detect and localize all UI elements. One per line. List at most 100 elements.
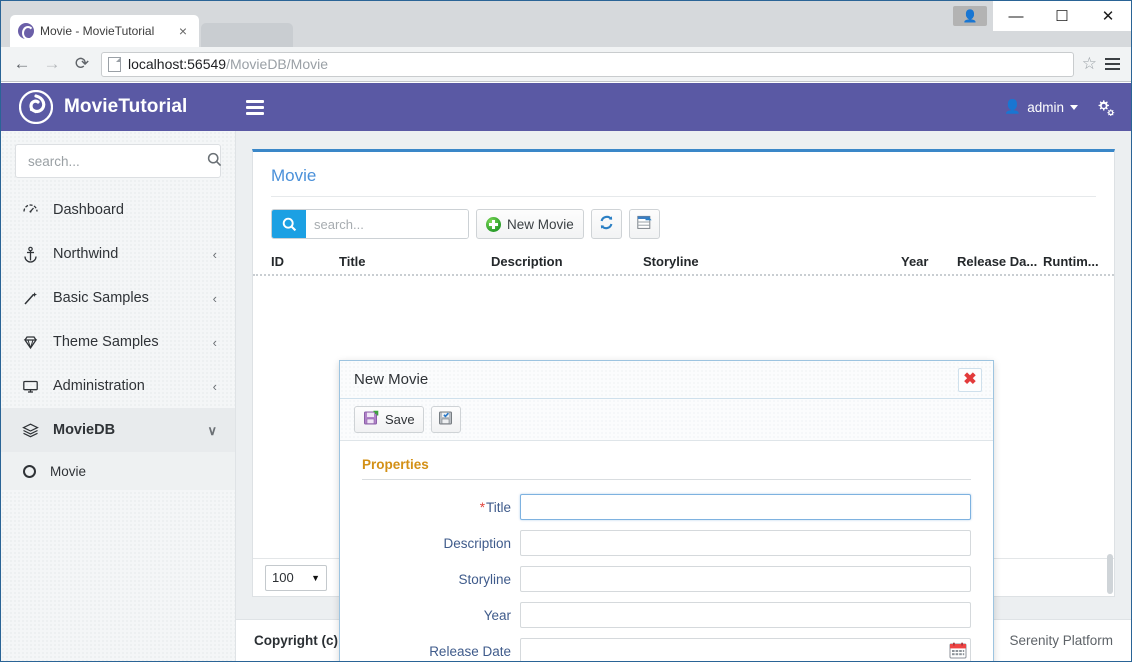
sidebar-item-moviedb[interactable]: MovieDB ∨ bbox=[1, 408, 235, 452]
grid-column-header[interactable]: Runtim... bbox=[1043, 254, 1113, 269]
grid-scrollbar[interactable] bbox=[1106, 152, 1114, 596]
brand[interactable]: MovieTutorial bbox=[1, 83, 236, 131]
year-field[interactable] bbox=[520, 602, 971, 628]
calendar-icon[interactable] bbox=[948, 641, 968, 661]
new-movie-label: New Movie bbox=[507, 217, 574, 232]
sidebar-search-input[interactable] bbox=[26, 153, 207, 170]
dialog-title: New Movie bbox=[354, 371, 428, 388]
grid-column-header[interactable]: Storyline bbox=[643, 254, 901, 269]
url-host: localhost:56549 bbox=[128, 56, 226, 72]
save-label: Save bbox=[385, 412, 415, 427]
minimize-button[interactable]: — bbox=[993, 1, 1039, 31]
column-picker-button[interactable] bbox=[629, 209, 660, 239]
browser-tabbar: Movie - MovieTutorial × 👤 — ☐ ✕ bbox=[1, 1, 1131, 47]
favicon-icon bbox=[18, 23, 34, 39]
desktop-icon bbox=[21, 378, 39, 395]
app-header: MovieTutorial 👤 admin bbox=[1, 83, 1131, 131]
tab-title: Movie - MovieTutorial bbox=[40, 24, 175, 38]
user-icon: 👤 bbox=[1004, 99, 1021, 115]
field-label-text: Title bbox=[486, 500, 511, 515]
save-and-close-button[interactable] bbox=[431, 406, 461, 433]
application: MovieTutorial 👤 admin bbox=[1, 83, 1131, 661]
dashboard-icon bbox=[21, 202, 39, 219]
grid-column-header[interactable]: ID bbox=[271, 254, 339, 269]
search-icon[interactable] bbox=[207, 152, 222, 171]
close-icon[interactable]: ✖ bbox=[958, 368, 982, 392]
close-window-button[interactable]: ✕ bbox=[1085, 1, 1131, 31]
form-row-release-date: Release Date bbox=[362, 638, 971, 662]
profile-button[interactable]: 👤 bbox=[953, 6, 987, 26]
save-button[interactable]: Save bbox=[354, 406, 424, 433]
browser-menu-icon[interactable] bbox=[1099, 58, 1125, 70]
magic-wand-icon bbox=[21, 290, 39, 307]
description-field[interactable] bbox=[520, 530, 971, 556]
release-date-field[interactable] bbox=[520, 638, 971, 662]
field-label: Storyline bbox=[362, 572, 520, 587]
grid-column-header[interactable]: Release Da... bbox=[957, 254, 1043, 269]
storyline-field[interactable] bbox=[520, 566, 971, 592]
sidebar-item-administration[interactable]: Administration ‹ bbox=[1, 364, 235, 408]
back-button[interactable]: ← bbox=[7, 50, 37, 78]
window-controls: 👤 — ☐ ✕ bbox=[953, 1, 1131, 33]
grid-column-header[interactable]: Title bbox=[339, 254, 491, 269]
sidebar-item-dashboard[interactable]: Dashboard bbox=[1, 188, 235, 232]
refresh-button[interactable] bbox=[591, 209, 622, 239]
browser-window: Movie - MovieTutorial × 👤 — ☐ ✕ ← → ⟳ lo… bbox=[0, 0, 1132, 662]
page-size-select[interactable]: 100 ▼ bbox=[265, 565, 327, 591]
chevron-icon: ‹ bbox=[213, 248, 217, 261]
sidebar-item-label: Northwind bbox=[53, 246, 199, 262]
refresh-icon bbox=[598, 214, 615, 234]
url-text: localhost:56549/MovieDB/Movie bbox=[128, 56, 328, 72]
sidebar-item-theme-samples[interactable]: Theme Samples ‹ bbox=[1, 320, 235, 364]
forward-button[interactable]: → bbox=[37, 50, 67, 78]
bookmark-star-icon[interactable]: ☆ bbox=[1080, 54, 1099, 74]
sidebar-item-label: MovieDB bbox=[53, 422, 193, 438]
sidebar-item-basic-samples[interactable]: Basic Samples ‹ bbox=[1, 276, 235, 320]
sidebar-search[interactable] bbox=[15, 144, 221, 178]
tab-close-icon[interactable]: × bbox=[175, 24, 191, 38]
sidebar-nav: Dashboard Northwind ‹ bbox=[1, 188, 235, 490]
address-bar[interactable]: localhost:56549/MovieDB/Movie bbox=[101, 52, 1074, 77]
required-asterisk: * bbox=[480, 500, 485, 515]
grid-column-header[interactable]: Year bbox=[901, 254, 957, 269]
section-divider bbox=[362, 479, 971, 480]
grid-search-input[interactable] bbox=[306, 210, 469, 238]
grid-column-header[interactable]: Description bbox=[491, 254, 643, 269]
sidebar-item-movie[interactable]: Movie bbox=[1, 452, 235, 490]
diamond-icon bbox=[21, 334, 39, 351]
page-size-value: 100 bbox=[272, 570, 294, 585]
date-input-wrap bbox=[520, 638, 971, 662]
hamburger-icon[interactable] bbox=[246, 100, 264, 115]
gears-icon[interactable] bbox=[1096, 99, 1115, 116]
column-picker-icon bbox=[636, 214, 653, 234]
grid-search[interactable] bbox=[271, 209, 469, 239]
dialog-body: Properties *Title Description Storyline … bbox=[340, 441, 993, 662]
user-menu[interactable]: 👤 admin bbox=[1004, 99, 1078, 115]
brand-title: MovieTutorial bbox=[64, 96, 187, 118]
maximize-button[interactable]: ☐ bbox=[1039, 1, 1085, 31]
title-field[interactable] bbox=[520, 494, 971, 520]
reload-button[interactable]: ⟳ bbox=[67, 50, 97, 78]
sidebar-item-label: Basic Samples bbox=[53, 290, 199, 306]
search-icon[interactable] bbox=[272, 210, 306, 238]
new-tab-button[interactable] bbox=[201, 23, 293, 47]
circle-icon bbox=[23, 465, 36, 478]
grid-toolbar: New Movie bbox=[253, 197, 1114, 249]
sidebar-item-label: Theme Samples bbox=[53, 334, 199, 350]
new-movie-button[interactable]: New Movie bbox=[476, 209, 584, 239]
chevron-down-icon bbox=[1070, 105, 1078, 110]
scrollbar-thumb[interactable] bbox=[1107, 554, 1113, 594]
browser-tab[interactable]: Movie - MovieTutorial × bbox=[10, 15, 199, 47]
dialog-header[interactable]: New Movie ✖ bbox=[340, 361, 993, 399]
sidebar-item-northwind[interactable]: Northwind ‹ bbox=[1, 232, 235, 276]
anchor-icon bbox=[21, 246, 39, 263]
save-and-close-icon bbox=[438, 410, 454, 429]
url-path: /MovieDB/Movie bbox=[226, 56, 328, 72]
layers-icon bbox=[21, 422, 39, 439]
chevron-icon: ‹ bbox=[213, 336, 217, 349]
chevron-down-icon: ▼ bbox=[311, 573, 320, 583]
grid-header: ID Title Description Storyline Year Rele… bbox=[253, 249, 1114, 276]
field-label: *Title bbox=[362, 500, 520, 515]
field-label: Description bbox=[362, 536, 520, 551]
form-row-title: *Title bbox=[362, 494, 971, 520]
